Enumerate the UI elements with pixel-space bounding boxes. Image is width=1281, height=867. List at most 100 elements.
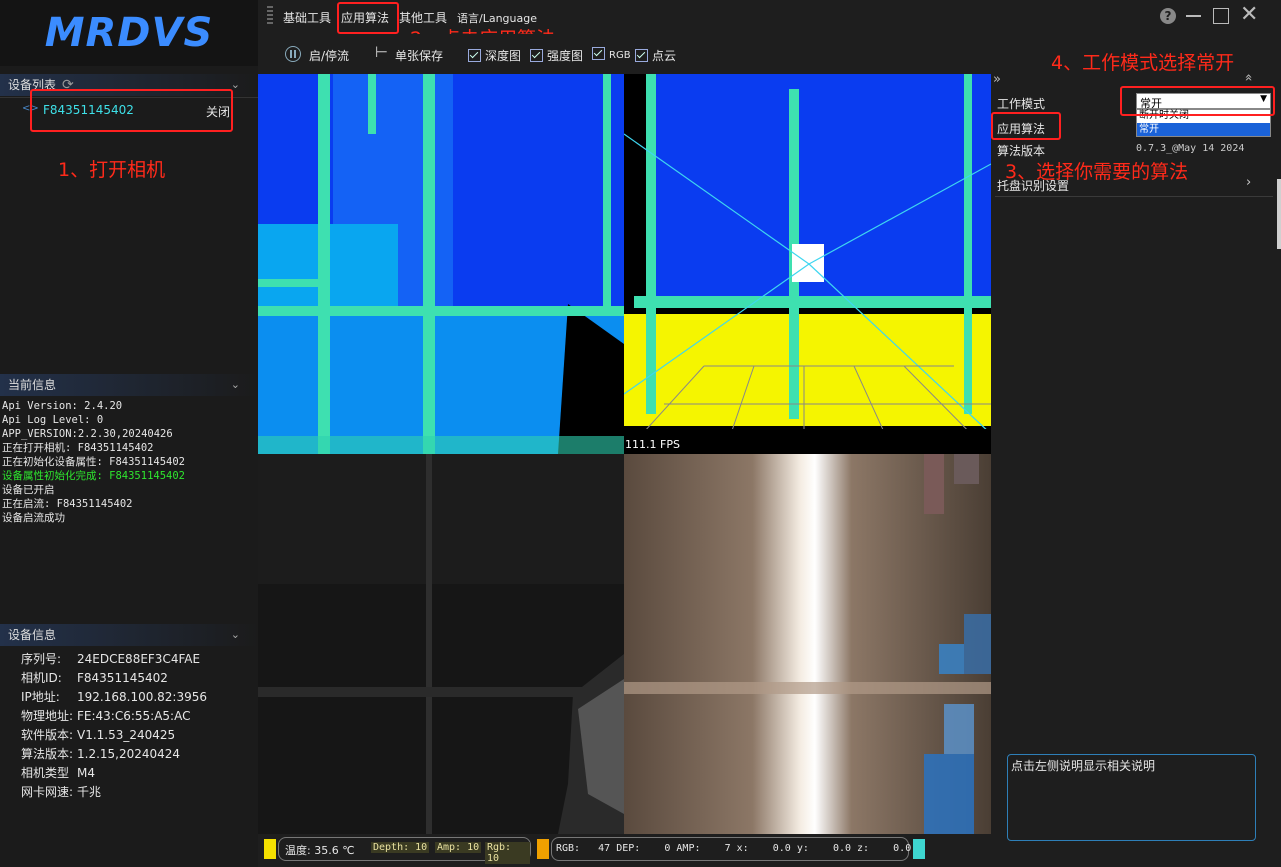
current-info-title: 当前信息 — [8, 378, 57, 392]
device-info-row: 算法版本: 1.2.15,20240424 — [21, 745, 257, 764]
device-info-value: F84351145402 — [77, 671, 168, 685]
rgb-image — [624, 454, 991, 834]
close-icon[interactable]: ✕ — [1240, 4, 1258, 26]
status-indicator-yellow — [264, 839, 276, 859]
depth-image-pane[interactable] — [258, 74, 624, 454]
device-info-value: M4 — [77, 766, 95, 780]
checkbox-checked-icon[interactable] — [592, 47, 605, 60]
log-line: Api Version: 2.4.20 — [2, 400, 123, 412]
device-info-value: 1.2.15,20240424 — [77, 747, 181, 761]
chevron-right-icon[interactable]: › — [1246, 175, 1251, 190]
rgb-fps: Rgb: 10 — [485, 842, 530, 864]
device-info-header[interactable]: 设备信息 ⌄ — [0, 624, 258, 646]
collapse-up-icon[interactable]: » — [1241, 74, 1256, 82]
device-info-title: 设备信息 — [8, 628, 57, 642]
device-info-key: 软件版本: — [21, 728, 74, 742]
intensity-label: 强度图 — [547, 49, 584, 63]
device-info-row: IP地址: 192.168.100.82:3956 — [21, 688, 257, 707]
minimize-icon[interactable] — [1186, 15, 1201, 17]
collapse-left-icon[interactable]: » — [993, 72, 1001, 87]
log-line: 正在启流: F84351145402 — [2, 498, 133, 510]
chevron-down-icon[interactable]: ⌄ — [231, 624, 240, 646]
depth-fps: Depth: 10 — [371, 842, 430, 853]
device-info-row: 相机ID: F84351145402 — [21, 669, 257, 688]
log-output: Api Version: 2.4.20 Api Log Level: 0 APP_V… — [2, 399, 258, 525]
pixel-readout-group: RGB: 47 DEP: 0 AMP: 7 x: 0.0 y: 0.0 z: 0… — [551, 837, 912, 861]
device-info-value: V1.1.53_240425 — [77, 728, 176, 742]
device-info-value: FE:43:C6:55:A5:AC — [77, 709, 191, 723]
start-stop-stream-button[interactable]: 启/停流 — [309, 47, 349, 64]
log-line: 正在初始化设备属性: F84351145402 — [2, 456, 186, 468]
checkbox-checked-icon[interactable] — [635, 49, 648, 62]
left-sidebar: MRDVS 设备列表 ⟳ ⌄ <> F84351145402 关闭 1、打开相机… — [0, 0, 258, 867]
device-info-key: 算法版本: — [21, 747, 74, 761]
maximize-icon[interactable] — [1213, 8, 1229, 24]
pointcloud-pane[interactable]: 111.1 FPS — [624, 74, 991, 454]
log-line: 正在打开相机: F84351145402 — [2, 442, 154, 454]
checkbox-checked-icon[interactable] — [468, 49, 481, 62]
menu-basic-tools[interactable]: 基础工具 — [283, 9, 331, 26]
rgb-label: RGB — [609, 50, 631, 61]
grip-handle[interactable] — [267, 6, 273, 26]
device-info-row: 物理地址: FE:43:C6:55:A5:AC — [21, 707, 257, 726]
status-bar: 温度: 35.6 ℃ Depth: 10 Amp: 10 Rgb: 10 RGB… — [258, 834, 991, 867]
algo-version-value: 0.7.3_@May 14 2024 — [1136, 143, 1245, 154]
logo: MRDVS — [0, 0, 258, 66]
right-panel: » » 工作模式 常开 ▼ 断开时关闭 常开 4、工作模式选择常开 应用算法 算… — [991, 52, 1281, 867]
depth-label: 深度图 — [485, 49, 522, 63]
current-info-header[interactable]: 当前信息 ⌄ — [0, 374, 258, 396]
device-info-list: 序列号: 24EDCE88EF3C4FAE 相机ID: F84351145402 IP地… — [21, 650, 257, 802]
scrollbar[interactable] — [1277, 179, 1281, 249]
annotation-box-algo — [991, 112, 1061, 140]
annotation-step1: 1、打开相机 — [58, 159, 166, 181]
intensity-checkbox[interactable]: 强度图 — [530, 47, 583, 64]
intensity-image-pane[interactable] — [258, 454, 624, 834]
log-line: APP_VERSION:2.2.30,20240426 — [2, 428, 173, 440]
amp-fps: Amp: 10 — [435, 842, 482, 853]
menu-bar: 基础工具 应用算法 其他工具 语言/Language 2、点击应用算法 ? ✕ — [258, 0, 1281, 50]
device-info-key: 相机ID: — [21, 671, 62, 685]
pointcloud-label: 点云 — [652, 49, 677, 63]
log-line: 设备已开启 — [2, 484, 55, 496]
status-indicator-orange — [537, 839, 549, 859]
device-info-key: 序列号: — [21, 652, 62, 666]
annotation-step4: 4、工作模式选择常开 — [1051, 52, 1235, 74]
temperature-group: 温度: 35.6 ℃ Depth: 10 Amp: 10 Rgb: 10 — [278, 837, 531, 864]
pause-icon[interactable] — [285, 46, 301, 62]
device-info-key: 网卡网速: — [21, 785, 74, 799]
help-icon[interactable]: ? — [1160, 8, 1176, 24]
device-info-key: 相机类型 — [21, 766, 70, 780]
device-info-row: 序列号: 24EDCE88EF3C4FAE — [21, 650, 257, 669]
rgb-image-pane[interactable] — [624, 454, 991, 834]
description-box: 点击左侧说明显示相关说明 — [1007, 754, 1256, 841]
log-line: 设备属性初始化完成: F84351145402 — [2, 470, 186, 482]
checkbox-checked-icon[interactable] — [530, 49, 543, 62]
depth-checkbox[interactable]: 深度图 — [468, 47, 521, 64]
log-line: Api Log Level: 0 — [2, 414, 104, 426]
chevron-down-icon[interactable]: ⌄ — [231, 374, 240, 396]
temperature-readout: 温度: 35.6 ℃ — [285, 844, 355, 857]
save-single-button[interactable]: 单张保存 — [395, 47, 443, 64]
device-info-key: IP地址: — [21, 690, 60, 704]
pixel-readout: RGB: 47 DEP: 0 AMP: 7 x: 0.0 y: 0.0 z: 0… — [556, 843, 912, 854]
tray-recognition-settings[interactable]: 托盘识别设置 — [997, 177, 1069, 194]
option-always-on[interactable]: 常开 — [1137, 123, 1270, 136]
logo-text: MRDVS — [44, 10, 214, 56]
device-info-value: 192.168.100.82:3956 — [77, 690, 208, 704]
status-indicator-teal — [913, 839, 925, 859]
save-frame-icon[interactable]: ⊢ — [375, 43, 388, 61]
device-info-key: 物理地址: — [21, 709, 74, 723]
depth-image — [258, 74, 624, 454]
device-info-row: 软件版本: V1.1.53_240425 — [21, 726, 257, 745]
device-info-row: 相机类型 M4 — [21, 764, 257, 783]
device-info-value: 千兆 — [77, 785, 102, 799]
device-info-row: 网卡网速: 千兆 — [21, 783, 257, 802]
fps-readout: 111.1 FPS — [625, 438, 680, 451]
annotation-box-menu — [337, 2, 399, 34]
work-mode-label: 工作模式 — [997, 97, 1046, 111]
intensity-image — [258, 454, 624, 834]
pointcloud-checkbox[interactable]: 点云 — [635, 47, 676, 64]
divider — [995, 196, 1273, 197]
rgb-checkbox[interactable]: RGB — [592, 47, 631, 61]
annotation-box-workmode — [1120, 86, 1275, 116]
